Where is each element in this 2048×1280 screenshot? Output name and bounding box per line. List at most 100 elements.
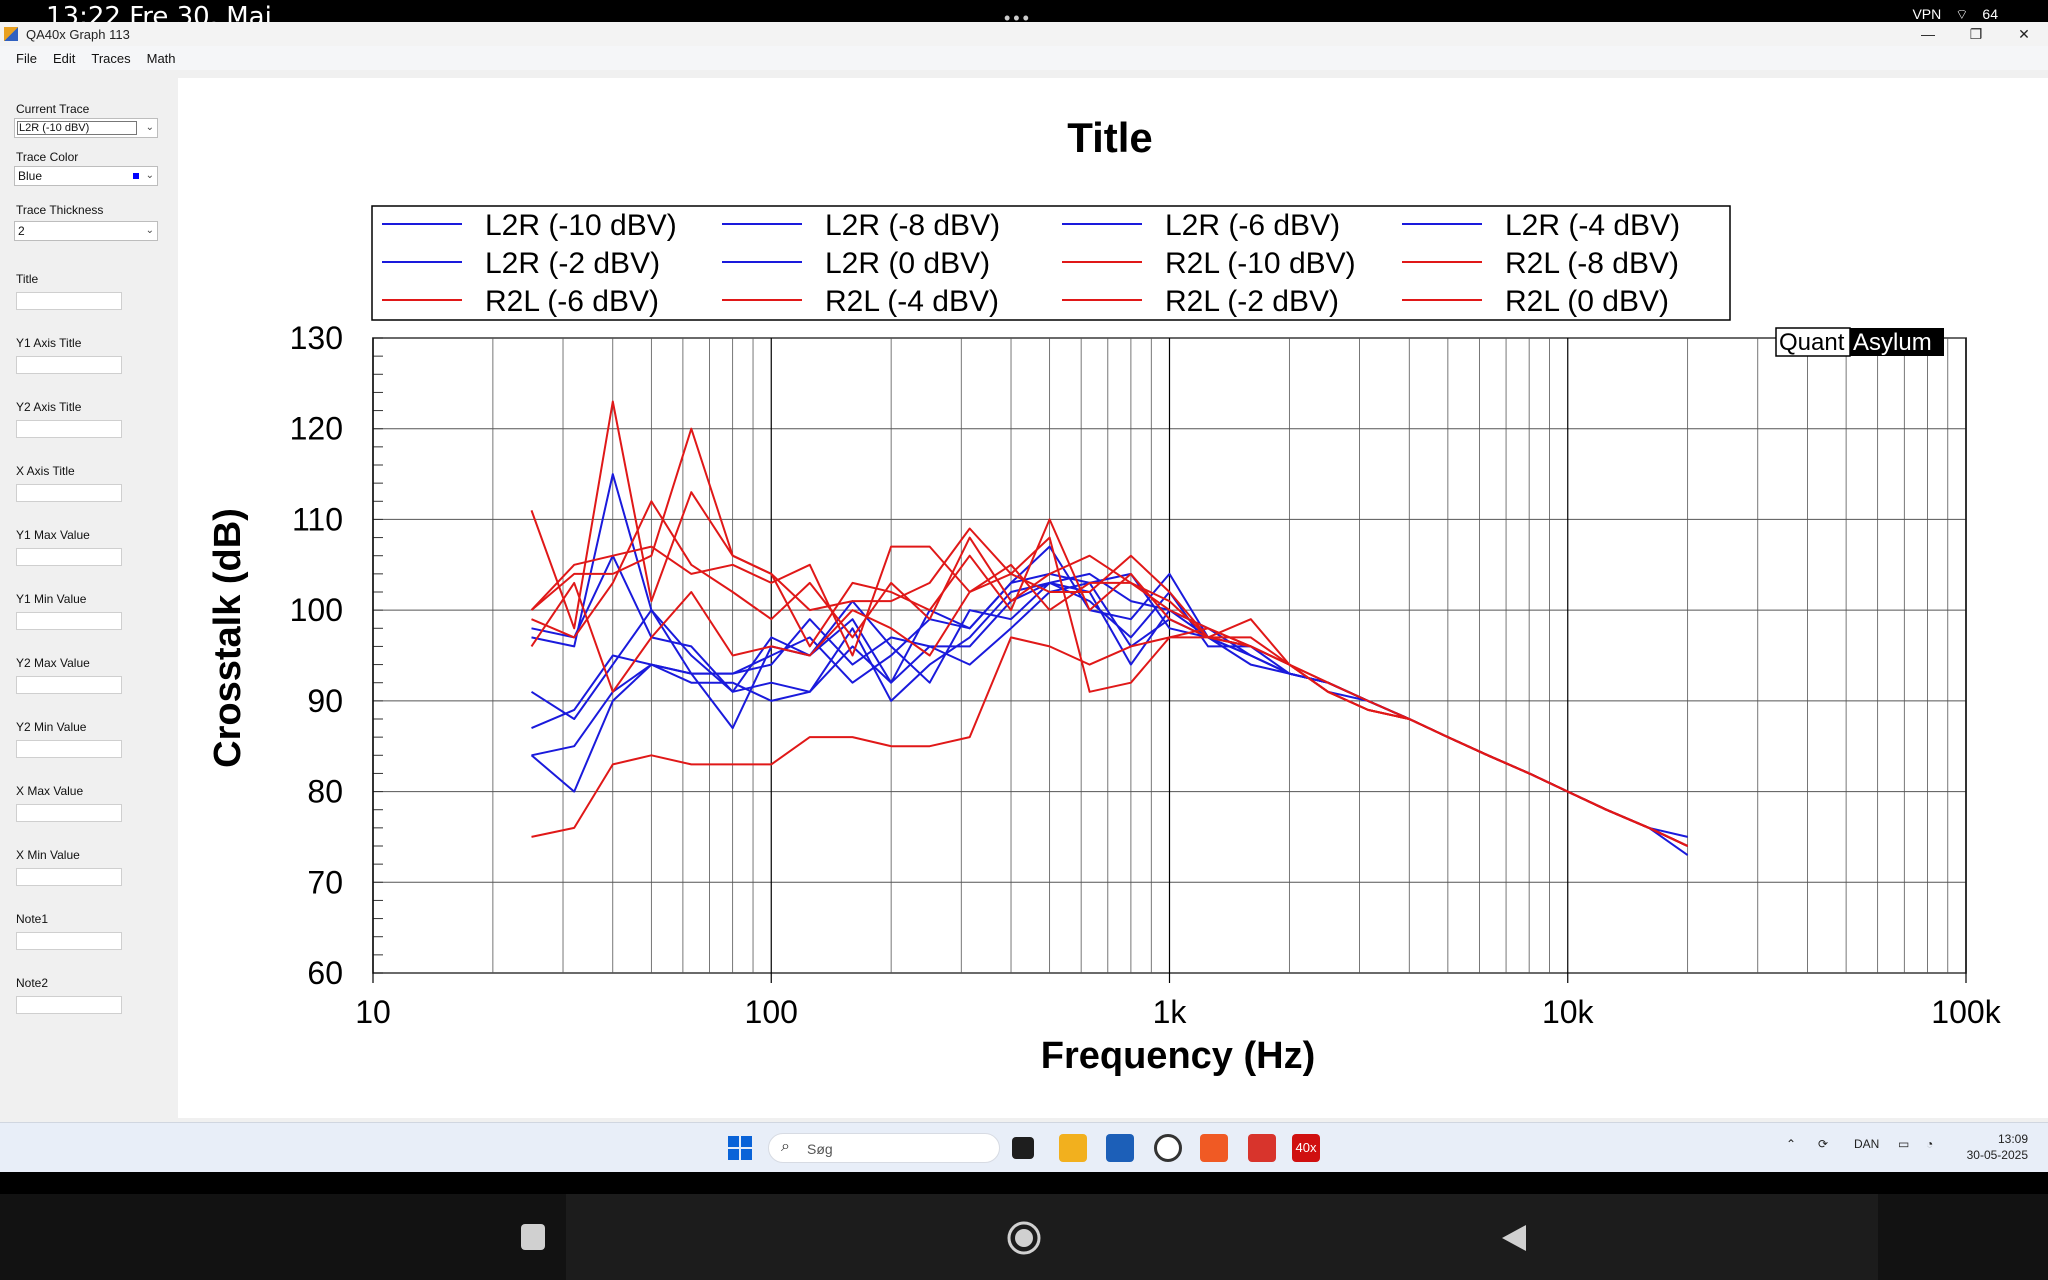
menu-bar: File Edit Traces Math	[0, 46, 2048, 70]
trace-thickness-select[interactable]: 2 ⌄	[14, 221, 158, 241]
x-tick-label: 1k	[1153, 994, 1188, 1030]
menu-traces[interactable]: Traces	[91, 51, 130, 66]
wifi-icon: ⌔	[1955, 6, 1969, 22]
x-tick-label: 10k	[1542, 994, 1595, 1030]
task-view-icon[interactable]	[1012, 1137, 1034, 1159]
y-tick-label: 80	[307, 774, 343, 810]
clock-date: 30-05-2025	[1966, 1148, 2028, 1162]
x-max-input[interactable]	[16, 804, 122, 822]
window-titlebar[interactable]: QA40x Graph 113 — ❐ ✕	[0, 22, 2048, 46]
x-min-label: X Min Value	[16, 848, 80, 862]
legend-label-11: R2L (0 dBV)	[1505, 285, 1669, 318]
app-icon	[4, 27, 18, 41]
store-icon[interactable]	[1106, 1134, 1134, 1162]
legend-label-9: R2L (-4 dBV)	[825, 285, 999, 318]
windows-taskbar: ⌕ Søg 40x ⌃ ⟳ DAN ▭ ◔ 13:09 30-05-2025	[0, 1122, 2048, 1172]
vpn-icon: VPN	[1912, 6, 1942, 22]
android-status-bar: 13:22 Fre 30. Maj ••• VPN ⌔ 64	[0, 0, 2048, 22]
taskbar-clock[interactable]: 13:09 30-05-2025	[1967, 1131, 2028, 1163]
recents-icon[interactable]	[520, 1223, 546, 1256]
y2-max-label: Y2 Max Value	[16, 656, 90, 670]
windows-start-icon[interactable]	[726, 1134, 754, 1162]
y1-axis-title-input[interactable]	[16, 356, 122, 374]
y2-max-input[interactable]	[16, 676, 122, 694]
search-icon: ⌕	[781, 1138, 790, 1155]
watermark-part2: Asylum	[1853, 329, 1932, 356]
x-axis-title-input[interactable]	[16, 484, 122, 502]
legend-label-5: L2R (0 dBV)	[825, 247, 990, 280]
volume-icon[interactable]: ◔	[1926, 1137, 1933, 1151]
search-placeholder: Søg	[807, 1141, 833, 1157]
legend-label-0: L2R (-10 dBV)	[485, 209, 677, 242]
y1-axis-title-label: Y1 Axis Title	[16, 336, 82, 350]
y-axis-title: Crosstalk (dB)	[207, 508, 249, 768]
y2-axis-title-label: Y2 Axis Title	[16, 400, 82, 414]
trace-color-select[interactable]: Blue ⌄	[14, 166, 158, 186]
y-tick-label: 110	[292, 501, 343, 537]
monitor-icon[interactable]: ▭	[1898, 1137, 1909, 1151]
chart-area: Title Frequency (Hz) Crosstalk (dB) 130 1…	[178, 78, 2048, 1118]
y2-axis-title-input[interactable]	[16, 420, 122, 438]
legend-label-4: L2R (-2 dBV)	[485, 247, 660, 280]
chevron-up-icon[interactable]: ⌃	[1786, 1137, 1796, 1151]
color-swatch	[133, 173, 139, 179]
sync-icon[interactable]: ⟳	[1818, 1137, 1828, 1151]
taskbar-search[interactable]: ⌕ Søg	[768, 1133, 1000, 1163]
home-icon[interactable]	[1007, 1221, 1041, 1260]
brave-browser-icon[interactable]	[1200, 1134, 1228, 1162]
qa40x-taskbar-icon[interactable]: 40x	[1292, 1134, 1320, 1162]
y-tick-label: 100	[290, 592, 343, 628]
trace-color-value: Blue	[18, 169, 43, 183]
legend-label-10: R2L (-2 dBV)	[1165, 285, 1339, 318]
legend-label-7: R2L (-8 dBV)	[1505, 247, 1679, 280]
android-nav-bar	[0, 1194, 2048, 1280]
legend-label-6: R2L (-10 dBV)	[1165, 247, 1356, 280]
status-dots-icon: •••	[1004, 8, 1032, 22]
menu-edit[interactable]: Edit	[53, 51, 75, 66]
chevron-down-icon: ⌄	[145, 225, 154, 236]
status-time: 13:22 Fre 30. Maj	[46, 2, 272, 22]
y-tick-label: 130	[290, 320, 343, 356]
title-input[interactable]	[16, 292, 122, 310]
divider-strip	[0, 1172, 2048, 1194]
note1-label: Note1	[16, 912, 49, 926]
legend-label-1: L2R (-8 dBV)	[825, 209, 1000, 242]
minimize-button[interactable]: —	[1904, 22, 1952, 46]
y-tick-label: 120	[290, 411, 343, 447]
settings-panel: Current Trace L2R (-10 dBV) ⌄ Trace Colo…	[0, 70, 178, 1122]
y-tick-label: 60	[307, 955, 343, 991]
current-trace-select[interactable]: L2R (-10 dBV) ⌄	[14, 118, 158, 138]
nav-zone-right	[1878, 1194, 2048, 1280]
close-button[interactable]: ✕	[2000, 22, 2048, 46]
quantasylum-watermark: Quant Asylum	[1775, 327, 1944, 357]
app-icon-red[interactable]	[1248, 1134, 1276, 1162]
x-axis-title-label: X Axis Title	[16, 464, 75, 478]
y-tick-label: 90	[307, 683, 343, 719]
nav-zone-center	[566, 1194, 1878, 1280]
y1-max-label: Y1 Max Value	[16, 528, 90, 542]
nav-zone-left	[0, 1194, 566, 1280]
trace-thickness-value: 2	[18, 224, 25, 238]
note2-label: Note2	[16, 976, 49, 990]
watermark-part1: Quant	[1779, 329, 1845, 356]
language-indicator[interactable]: DAN	[1854, 1137, 1879, 1151]
menu-file[interactable]: File	[16, 51, 37, 66]
screen: 13:22 Fre 30. Maj ••• VPN ⌔ 64 QA40x Gra…	[0, 0, 2048, 1280]
clock-time: 13:09	[1997, 1132, 2028, 1146]
title-label: Title	[16, 272, 39, 286]
note1-input[interactable]	[16, 932, 122, 950]
file-explorer-icon[interactable]	[1059, 1134, 1087, 1162]
maximize-button[interactable]: ❐	[1952, 22, 2000, 46]
window-title: QA40x Graph 113	[26, 26, 130, 42]
menu-math[interactable]: Math	[147, 51, 176, 66]
x-min-input[interactable]	[16, 868, 122, 886]
chatgpt-icon[interactable]	[1154, 1134, 1182, 1162]
x-axis-title: Frequency (Hz)	[1041, 1035, 1315, 1077]
y1-min-input[interactable]	[16, 612, 122, 630]
y2-min-input[interactable]	[16, 740, 122, 758]
trace-color-label: Trace Color	[16, 150, 79, 164]
y1-max-input[interactable]	[16, 548, 122, 566]
legend: L2R (-10 dBV) L2R (-8 dBV) L2R (-6 dBV) L2R…	[371, 205, 1731, 321]
back-icon[interactable]	[1500, 1223, 1528, 1258]
note2-input[interactable]	[16, 996, 122, 1014]
